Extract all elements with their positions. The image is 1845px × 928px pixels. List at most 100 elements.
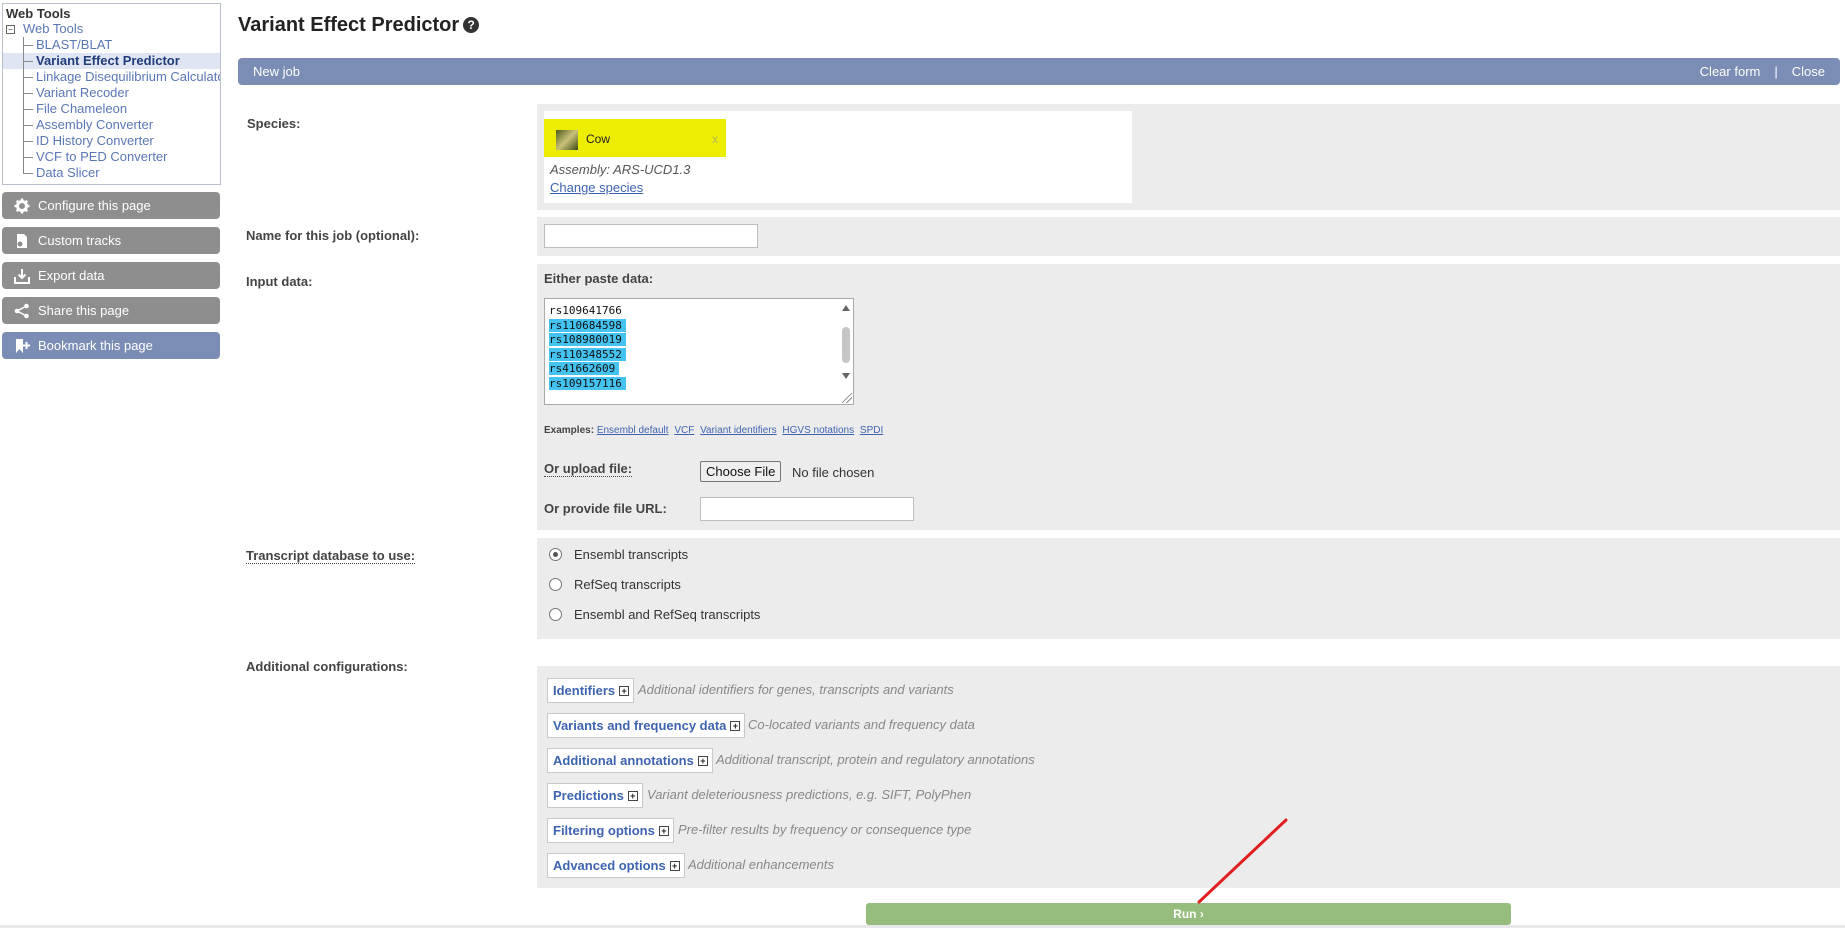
scroll-up-arrow-icon[interactable] <box>842 305 850 311</box>
resize-grip-icon[interactable] <box>842 393 852 403</box>
web-tools-tree: Web Tools − Web Tools BLAST/BLAT Variant… <box>2 3 221 185</box>
advanced-options-button[interactable]: Advanced options + <box>547 853 685 878</box>
config-description: Pre-filter results by frequency or conse… <box>678 822 972 837</box>
expand-icon[interactable]: + <box>669 861 680 871</box>
run-button[interactable]: Run › <box>866 903 1511 925</box>
sidebar-item-label[interactable]: Variant Recoder <box>36 85 129 100</box>
additional-annotations-button[interactable]: Additional annotations + <box>547 748 713 773</box>
textarea-scrollbar[interactable] <box>839 299 853 404</box>
config-description: Co-located variants and frequency data <box>748 717 975 732</box>
sidebar-item-label[interactable]: Variant Effect Predictor <box>36 53 180 68</box>
examples-row: Examples: Ensembl default VCF Variant id… <box>544 425 886 436</box>
sidebar-item-label[interactable]: BLAST/BLAT <box>36 37 112 52</box>
additional-config-label: Additional configurations: <box>246 659 408 674</box>
assembly-text: Assembly: ARS-UCD1.3 <box>550 162 691 177</box>
tree-root-label[interactable]: Web Tools <box>23 21 83 36</box>
scroll-down-arrow-icon[interactable] <box>842 373 850 379</box>
sidebar-item-label[interactable]: ID History Converter <box>36 133 154 148</box>
bookmark-page-label[interactable]: Bookmark this page <box>38 338 153 353</box>
paste-data-textarea[interactable]: rs109641766 rs110684598 rs108980019 rs11… <box>544 298 854 405</box>
predictions-button[interactable]: Predictions + <box>547 783 643 808</box>
paste-lines: rs109641766 rs110684598 rs108980019 rs11… <box>549 304 626 391</box>
sidebar-item-file-chameleon[interactable]: File Chameleon <box>3 101 220 117</box>
species-box: Cow x Assembly: ARS-UCD1.3 Change specie… <box>544 111 1132 203</box>
paste-line: rs109157116 <box>549 376 626 392</box>
expand-icon[interactable]: + <box>730 721 741 731</box>
sidebar-item-label[interactable]: Data Slicer <box>36 165 100 180</box>
sidebar-item-ld-calculator[interactable]: Linkage Disequilibrium Calculato <box>3 69 220 85</box>
example-ensembl-default-link[interactable]: Ensembl default <box>597 425 669 436</box>
custom-tracks-button[interactable]: Custom tracks <box>2 227 220 254</box>
sidebar-item-label[interactable]: File Chameleon <box>36 101 127 116</box>
sidebar-item-assembly-converter[interactable]: Assembly Converter <box>3 117 220 133</box>
radio-button[interactable] <box>549 608 562 621</box>
config-description: Variant deleteriousness predictions, e.g… <box>647 787 972 802</box>
custom-tracks-label[interactable]: Custom tracks <box>38 233 121 248</box>
export-icon <box>14 269 30 284</box>
paste-line: rs110348552 <box>549 347 626 363</box>
radio-label: Ensembl transcripts <box>574 547 689 562</box>
toolbar-separator: | <box>1774 64 1778 79</box>
page-title: Variant Effect Predictor? <box>238 14 480 37</box>
export-data-button[interactable]: Export data <box>2 262 220 289</box>
configure-page-button[interactable]: Configure this page <box>2 192 220 219</box>
export-data-label[interactable]: Export data <box>38 268 105 283</box>
config-description: Additional identifiers for genes, transc… <box>638 682 954 697</box>
job-name-input[interactable] <box>544 224 758 248</box>
config-description: Additional enhancements <box>688 857 834 872</box>
sidebar-item-label[interactable]: VCF to PED Converter <box>36 149 168 164</box>
collapse-icon[interactable]: − <box>6 25 15 34</box>
sidebar-item-vep[interactable]: Variant Effect Predictor <box>3 53 220 69</box>
close-link[interactable]: Close <box>1792 64 1825 79</box>
file-url-input[interactable] <box>700 497 914 521</box>
example-variant-identifiers-link[interactable]: Variant identifiers <box>700 425 777 436</box>
job-toolbar: New job Clear form | Close <box>238 58 1840 85</box>
example-vcf-link[interactable]: VCF <box>674 425 694 436</box>
tree-root-web-tools[interactable]: − Web Tools <box>3 21 220 37</box>
sidebar-item-data-slicer[interactable]: Data Slicer <box>3 165 220 181</box>
examples-label: Examples: <box>544 425 595 436</box>
configure-page-label[interactable]: Configure this page <box>38 198 151 213</box>
radio-button[interactable] <box>549 578 562 591</box>
sidebar-item-id-history[interactable]: ID History Converter <box>3 133 220 149</box>
share-page-button[interactable]: Share this page <box>2 297 220 324</box>
example-hgvs-link[interactable]: HGVS notations <box>782 425 854 436</box>
share-icon <box>14 303 29 319</box>
expand-icon[interactable]: + <box>619 686 630 696</box>
paste-line: rs110684598 <box>549 318 626 334</box>
scroll-thumb[interactable] <box>842 327 850 363</box>
job-toolbar-actions: Clear form | Close <box>1700 58 1825 85</box>
variants-frequency-button[interactable]: Variants and frequency data + <box>547 713 746 738</box>
example-spdi-link[interactable]: SPDI <box>860 425 883 436</box>
species-tag[interactable]: Cow x <box>544 119 726 157</box>
remove-species-button[interactable]: x <box>712 132 718 146</box>
bookmark-page-button[interactable]: Bookmark this page <box>2 332 220 359</box>
sidebar-item-label[interactable]: Linkage Disequilibrium Calculato <box>36 69 220 84</box>
bookmark-icon <box>16 339 30 353</box>
clear-form-link[interactable]: Clear form <box>1700 64 1761 79</box>
change-species-link[interactable]: Change species <box>550 180 643 195</box>
sidebar-item-vcf-to-ped[interactable]: VCF to PED Converter <box>3 149 220 165</box>
input-data-label: Input data: <box>246 274 313 289</box>
expand-icon[interactable]: + <box>627 791 638 801</box>
species-name: Cow <box>586 132 611 146</box>
share-page-label[interactable]: Share this page <box>38 303 129 318</box>
filtering-options-button[interactable]: Filtering options + <box>547 818 674 843</box>
job-name-label: Name for this job (optional): <box>246 228 420 243</box>
gear-icon <box>14 198 30 214</box>
species-label: Species: <box>247 116 301 131</box>
sidebar-item-variant-recoder[interactable]: Variant Recoder <box>3 85 220 101</box>
sidebar-item-blast[interactable]: BLAST/BLAT <box>3 37 220 53</box>
paste-line: rs108980019 <box>549 333 626 348</box>
transcript-db-panel <box>537 538 1840 639</box>
expand-icon[interactable]: + <box>658 826 669 836</box>
choose-file-button[interactable]: Choose File <box>700 461 782 482</box>
help-icon[interactable]: ? <box>463 17 480 33</box>
expand-icon[interactable]: + <box>697 756 708 766</box>
config-description: Additional transcript, protein and regul… <box>716 752 1035 767</box>
radio-button[interactable] <box>549 548 562 561</box>
upload-file-label: Or upload file: <box>544 461 633 477</box>
sidebar-item-label[interactable]: Assembly Converter <box>36 117 153 132</box>
identifiers-button[interactable]: Identifiers + <box>547 678 635 703</box>
new-job-tab[interactable]: New job <box>253 58 300 85</box>
